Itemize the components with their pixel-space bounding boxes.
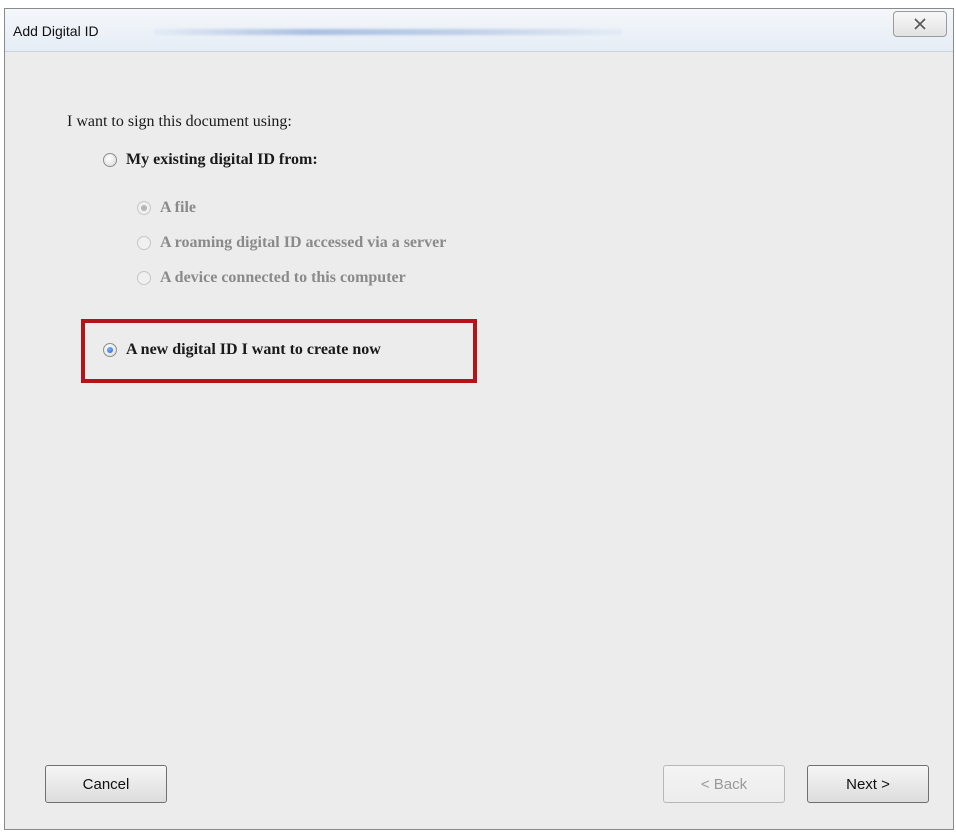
device-radio xyxy=(137,271,151,285)
close-button[interactable] xyxy=(893,11,947,37)
signing-method-prompt: I want to sign this document using: xyxy=(67,113,292,130)
dialog-title: Add Digital ID xyxy=(13,23,99,39)
option-file: A file xyxy=(137,199,196,217)
cancel-button[interactable]: Cancel xyxy=(45,765,167,803)
blurred-title-text xyxy=(153,29,623,35)
back-button: < Back xyxy=(663,765,785,803)
file-radio xyxy=(137,201,151,215)
new-id-radio[interactable] xyxy=(103,343,117,357)
add-digital-id-dialog: Add Digital ID I want to sign this docum… xyxy=(4,8,954,830)
existing-id-radio[interactable] xyxy=(103,153,117,167)
new-id-label: A new digital ID I want to create now xyxy=(126,341,381,358)
option-device: A device connected to this computer xyxy=(137,269,406,287)
existing-id-label: My existing digital ID from: xyxy=(126,151,318,168)
dialog-content: I want to sign this document using: My e… xyxy=(5,51,953,829)
file-label: A file xyxy=(160,199,196,216)
roaming-radio xyxy=(137,236,151,250)
title-bar: Add Digital ID xyxy=(5,9,953,52)
device-label: A device connected to this computer xyxy=(160,269,406,286)
close-icon xyxy=(914,18,926,30)
option-new-id[interactable]: A new digital ID I want to create now xyxy=(103,341,381,359)
roaming-label: A roaming digital ID accessed via a serv… xyxy=(160,234,447,251)
next-button[interactable]: Next > xyxy=(807,765,929,803)
option-roaming: A roaming digital ID accessed via a serv… xyxy=(137,234,446,252)
option-existing-id[interactable]: My existing digital ID from: xyxy=(103,151,318,169)
